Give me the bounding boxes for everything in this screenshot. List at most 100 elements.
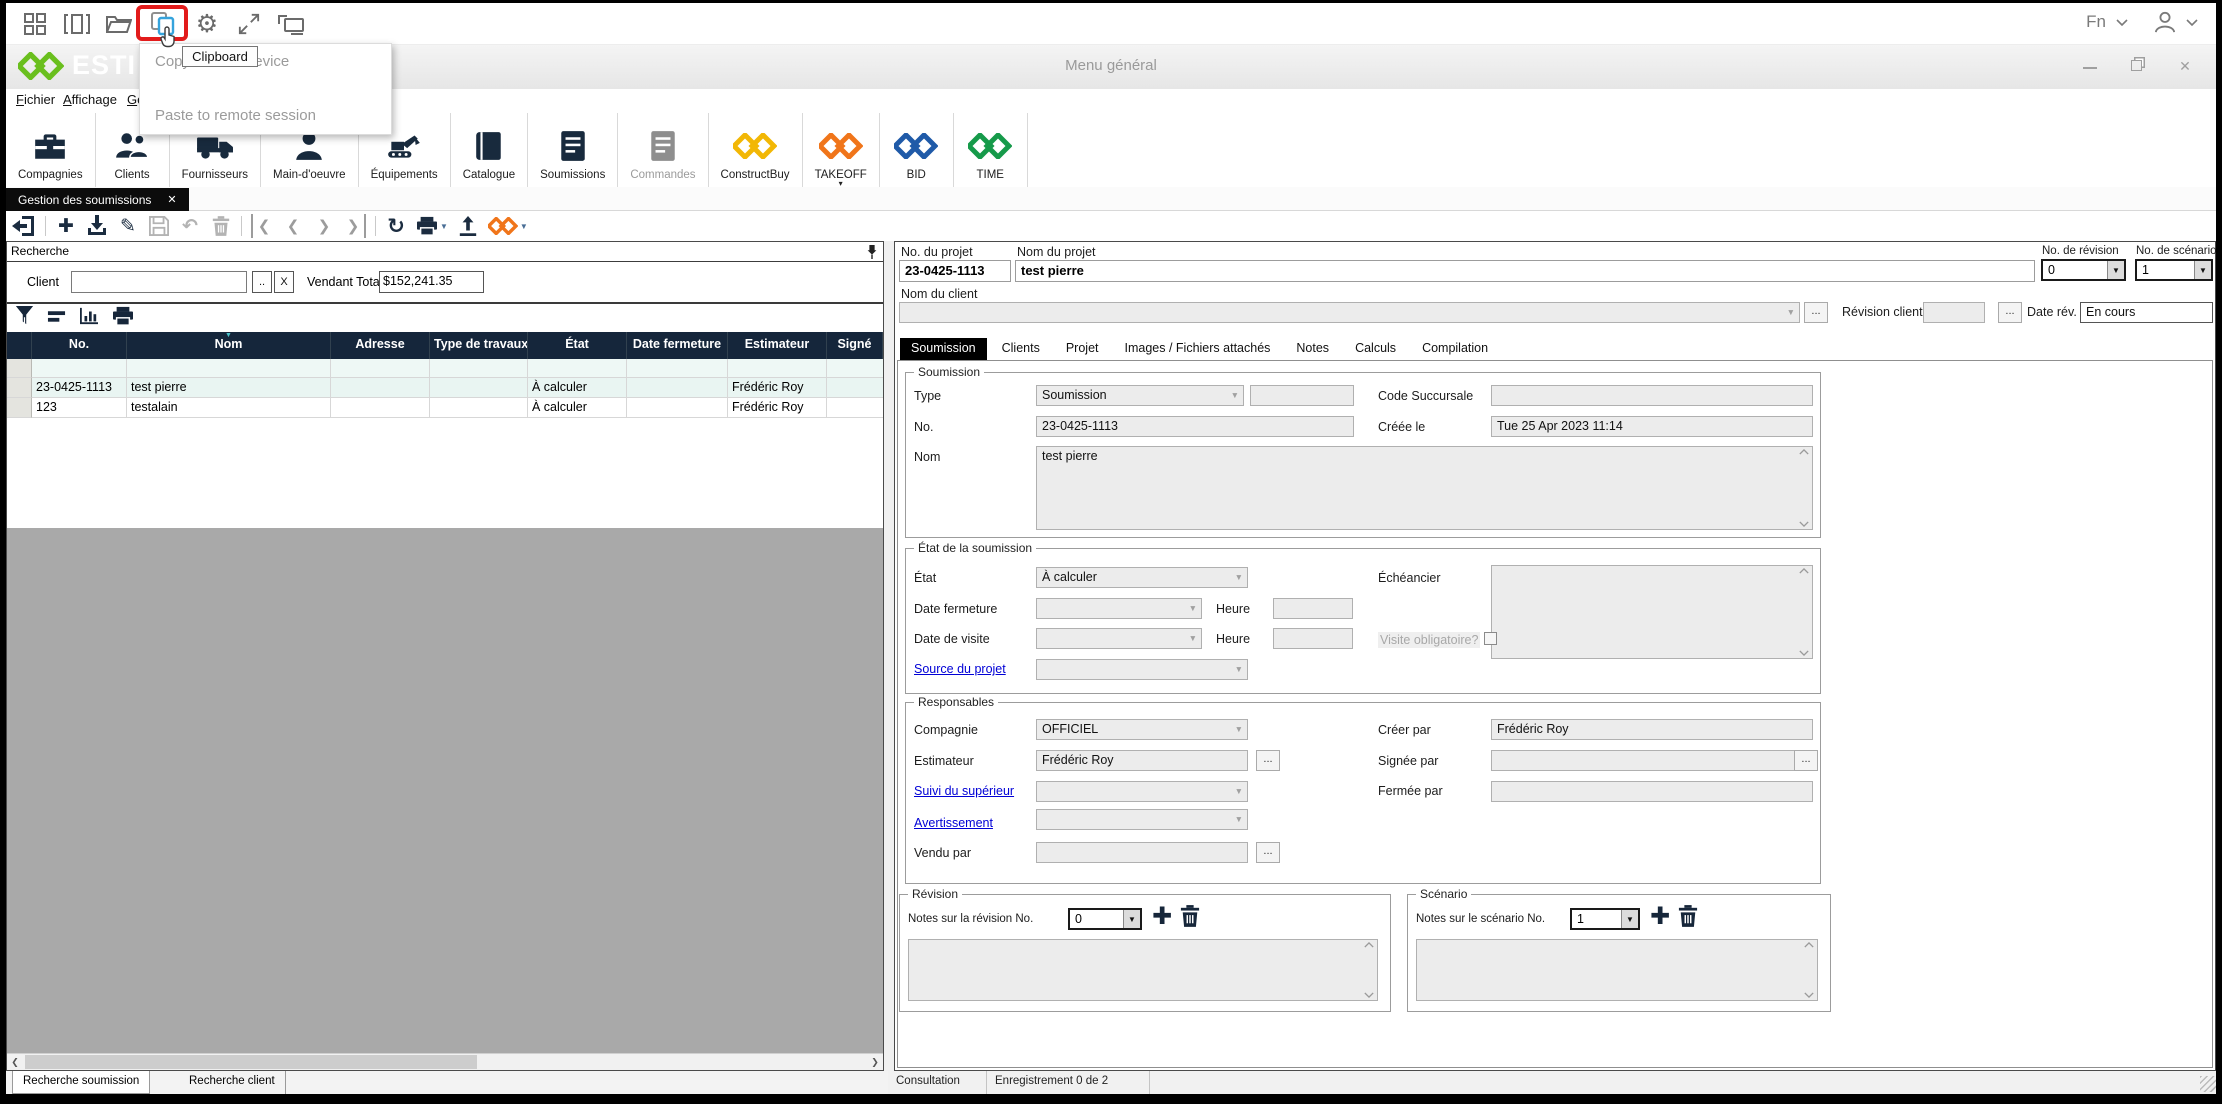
ribbon-item-constructbuy[interactable]: ConstructBuy [709,113,803,187]
ribbon-item-time[interactable]: TIME [954,113,1028,187]
detail-tabbar: Soumission Clients Projet Images / Fichi… [900,338,1500,360]
import-button[interactable] [86,214,108,238]
ribbon-item-compagnies[interactable]: Compagnies [6,113,96,187]
revision-notes-textarea[interactable] [908,939,1378,1001]
revision-client-lookup-button[interactable]: ... [1998,302,2022,323]
minimize-button[interactable] [2083,57,2097,69]
next-record-button[interactable]: ❯ [313,214,335,238]
add-revision-icon[interactable]: ✚ [1152,905,1172,929]
scenario-no-select[interactable]: 1 ▼ [1570,908,1640,930]
tab-calculs[interactable]: Calculs [1344,338,1408,360]
summary-bars-icon[interactable] [47,309,66,328]
print-dropdown-caret[interactable]: ▼ [440,222,448,231]
nom-textarea[interactable]: test pierre [1036,446,1813,530]
date-visite-combo[interactable]: ▼ [1036,628,1202,649]
avertissement-link[interactable]: Avertissement [914,816,993,830]
suivi-du-superieur-link[interactable]: Suivi du supérieur [914,784,1014,798]
grid-header-row[interactable]: No. ▼ Nom Adresse Type de travaux État Da… [7,332,883,359]
pin-icon[interactable] [865,244,879,263]
etat-combo[interactable]: À calculer ▼ [1036,567,1248,588]
add-scenario-icon[interactable]: ✚ [1650,905,1670,929]
chevron-down-icon [2116,19,2128,26]
horizontal-scrollbar[interactable]: ❮ ❯ [7,1053,883,1070]
client-lookup-button[interactable]: .. [252,271,272,293]
tab-notes[interactable]: Notes [1285,338,1341,360]
refresh-button[interactable]: ↻ [385,214,407,238]
remote-monitor-icon[interactable] [276,10,306,38]
print-grid-icon[interactable] [112,306,134,331]
scroll-left-icon[interactable]: ❮ [7,1054,23,1070]
avertissement-combo[interactable]: ▼ [1036,809,1248,830]
apps-grid-icon[interactable] [20,10,50,38]
revision-no-select[interactable]: 0 ▼ [1068,908,1142,930]
ribbon-item-catalogue[interactable]: Catalogue [451,113,529,187]
tab-images-fichiers[interactable]: Images / Fichiers attachés [1113,338,1282,360]
fn-keys-dropdown[interactable]: Fn [2086,12,2128,32]
scroll-right-icon[interactable]: ❯ [867,1054,883,1070]
exit-button[interactable] [12,214,36,238]
panel-splitter[interactable] [884,241,894,1071]
client-search-input[interactable] [71,271,247,293]
menu-affichage[interactable]: Affichage [63,92,117,107]
tab-close-icon[interactable]: ✕ [167,193,176,206]
delete-scenario-icon[interactable] [1678,904,1698,933]
select-arrow-icon: ▼ [2107,261,2124,279]
last-record-button[interactable]: ❯ [344,214,366,238]
tab-recherche-soumission[interactable]: Recherche soumission [12,1071,151,1094]
tab-gestion-des-soumissions[interactable]: Gestion des soumissions ✕ [6,188,189,211]
scrollbar-thumb[interactable] [25,1055,477,1069]
edit-button[interactable]: ✎ [117,214,139,238]
nom-client-label: Nom du client [901,287,978,301]
delete-revision-icon[interactable] [1180,904,1200,933]
date-fermeture-combo[interactable]: ▼ [1036,598,1202,619]
no-revision-select[interactable]: 0 ▼ [2041,259,2126,281]
windows-panels-icon[interactable] [62,10,92,38]
ribbon-item-takeoff[interactable]: TAKEOFF ▾ [803,113,880,188]
export-button[interactable] [457,214,479,238]
signee-lookup-button[interactable]: ... [1794,750,1818,771]
user-dropdown[interactable] [2154,11,2198,33]
folder-icon[interactable] [104,10,134,38]
first-record-button[interactable]: ❮ [251,214,273,238]
brand-menu-button[interactable]: ▼ [488,214,528,238]
tab-soumission[interactable]: Soumission [900,338,987,360]
tab-recherche-client[interactable]: Recherche client [179,1071,286,1094]
type-combo[interactable]: Soumission ▼ [1036,385,1244,406]
scenario-notes-textarea[interactable] [1416,939,1818,1001]
ribbon-item-soumissions[interactable]: ✓ Soumissions [528,113,619,187]
source-du-projet-link[interactable]: Source du projet [914,662,1006,676]
no-scenario-select[interactable]: 1 ▼ [2135,259,2213,281]
print-button[interactable]: ▼ [416,214,448,238]
nom-client-lookup-button[interactable]: ... [1804,302,1828,323]
gear-icon[interactable]: ⚙ [192,10,222,38]
resize-grip[interactable] [2200,1076,2216,1092]
visite-obligatoire-checkbox[interactable] [1484,632,1497,645]
tab-clients[interactable]: Clients [990,338,1051,360]
grid-filter-row[interactable] [7,359,883,378]
client-clear-button[interactable]: X [274,271,294,293]
chart-icon[interactable] [79,307,99,330]
source-projet-combo[interactable]: ▼ [1036,659,1248,680]
table-row[interactable]: 23-0425-1113 test pierre À calculer Fréd… [7,378,883,398]
suivi-combo[interactable]: ▼ [1036,781,1248,802]
previous-record-button[interactable]: ❮ [282,214,304,238]
menu-fichier[interactable]: Fichier [16,92,55,107]
fullscreen-icon[interactable] [234,10,264,38]
user-icon [2154,11,2176,33]
brand-dropdown-caret[interactable]: ▼ [520,222,528,231]
compagnie-combo[interactable]: OFFICIEL ▼ [1036,719,1248,740]
add-button[interactable]: ✚ [55,214,77,238]
ribbon-item-bid[interactable]: BID [880,113,954,187]
estimateur-lookup-button[interactable]: ... [1256,750,1280,771]
tab-compilation[interactable]: Compilation [1411,338,1500,360]
tab-projet[interactable]: Projet [1054,338,1110,360]
table-row[interactable]: 123 testalain À calculer Frédéric Roy [7,398,883,418]
nom-client-combo[interactable]: ▼ [899,302,1800,323]
menu-paste-to-remote[interactable]: Paste to remote session [155,107,316,124]
close-button[interactable]: ✕ [2176,57,2194,75]
filter-funnel-icon[interactable] [15,305,34,331]
search-panel-header: Recherche [7,242,883,262]
restore-button[interactable] [2131,60,2142,71]
vendu-lookup-button[interactable]: ... [1256,842,1280,863]
echeancier-textarea[interactable] [1491,565,1813,659]
